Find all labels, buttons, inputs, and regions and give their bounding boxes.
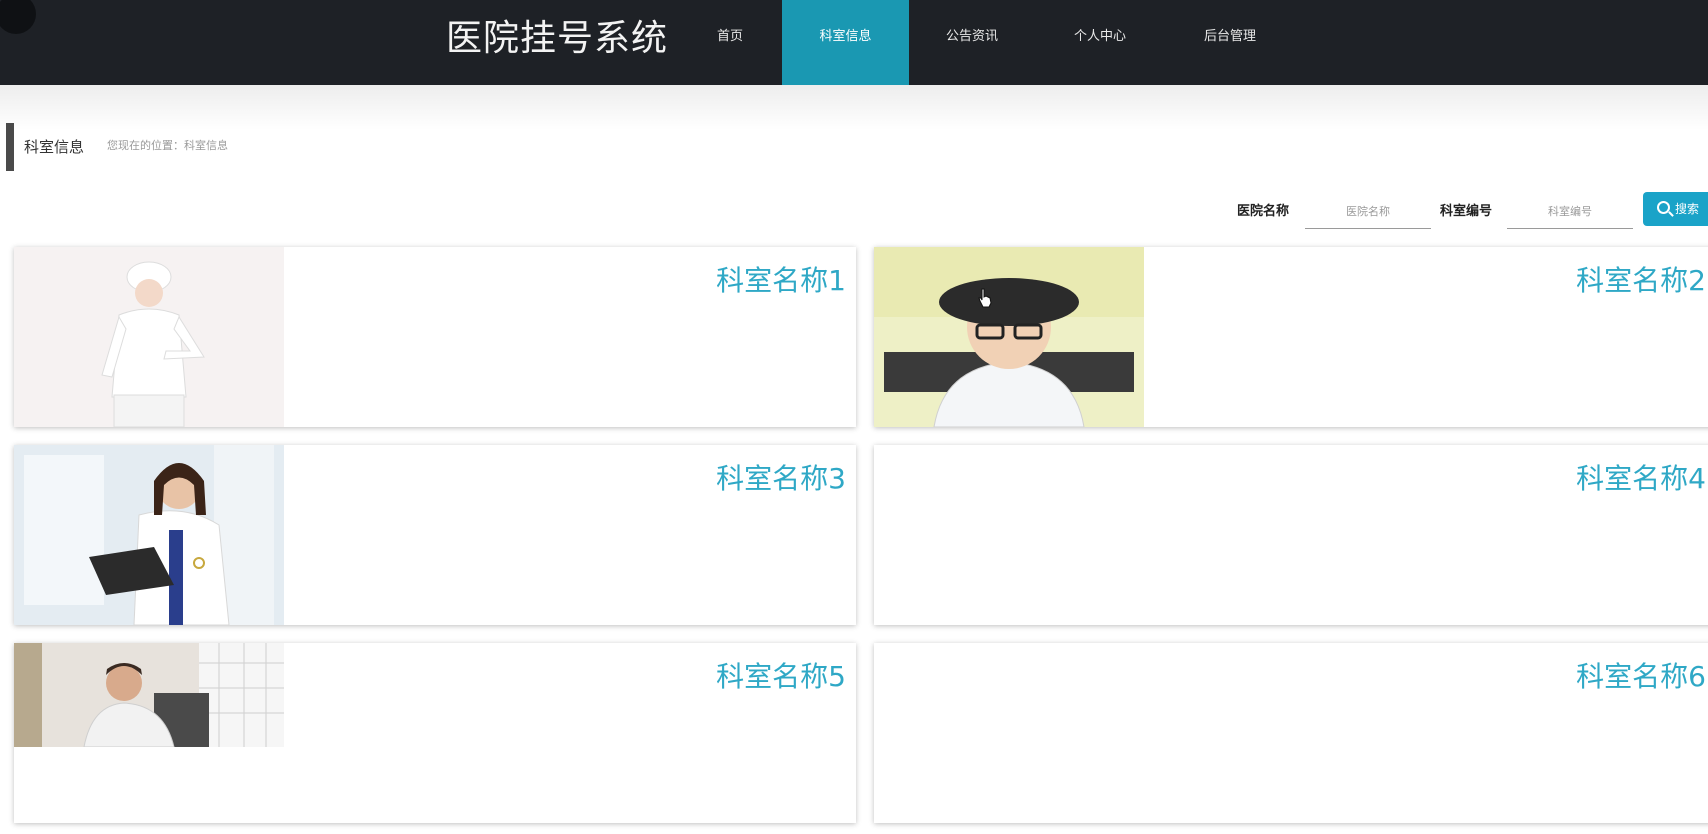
page-title: 科室信息 [24,138,85,156]
search-button-label: 搜索 [1675,202,1700,216]
nav-item-home[interactable]: 首页 [700,0,760,85]
breadcrumb-accent-bar [6,123,14,171]
nav-item-admin[interactable]: 后台管理 [1188,0,1272,85]
hospital-name-label: 医院名称 [1237,204,1290,219]
doctor-photo-drawing [14,643,284,747]
nurse-photo [14,247,284,427]
doctor-photo [874,247,1144,427]
department-name: 科室名称2 [1576,264,1706,297]
breadcrumb: 您现在的位置：科室信息 [107,139,228,152]
department-card[interactable]: 科室名称4 [874,445,1708,625]
hand-cursor-icon [978,288,992,308]
corner-decoration [0,0,36,34]
department-card[interactable]: 科室名称3 [14,445,856,625]
nav-item-profile[interactable]: 个人中心 [1058,0,1142,85]
department-card[interactable]: 科室名称6 [874,643,1708,823]
dept-number-label: 科室编号 [1440,204,1493,219]
site-title: 医院挂号系统 [446,18,669,59]
header-shadow-band [0,85,1708,130]
nurse-photo-drawing [14,247,284,427]
department-name: 科室名称3 [716,462,846,495]
hospital-name-input[interactable] [1305,194,1431,229]
department-name: 科室名称4 [1576,462,1706,495]
search-icon [1657,201,1670,214]
dept-number-input[interactable] [1507,194,1633,229]
nav-item-departments[interactable]: 科室信息 [782,0,909,85]
doctor-photo-drawing [874,247,1144,427]
department-card[interactable]: 科室名称2 [874,247,1708,427]
top-navbar: 医院挂号系统 首页 科室信息 公告资讯 个人中心 后台管理 [0,0,1708,85]
doctor-photo-drawing [14,445,284,625]
doctor-photo [14,643,284,747]
department-name: 科室名称5 [716,660,846,693]
department-name: 科室名称1 [716,264,846,297]
search-button[interactable]: 搜索 [1643,192,1708,226]
department-card[interactable]: 科室名称1 [14,247,856,427]
department-name: 科室名称6 [1576,660,1706,693]
nav-item-news[interactable]: 公告资讯 [930,0,1014,85]
department-card[interactable]: 科室名称5 [14,643,856,823]
doctor-photo [14,445,284,625]
